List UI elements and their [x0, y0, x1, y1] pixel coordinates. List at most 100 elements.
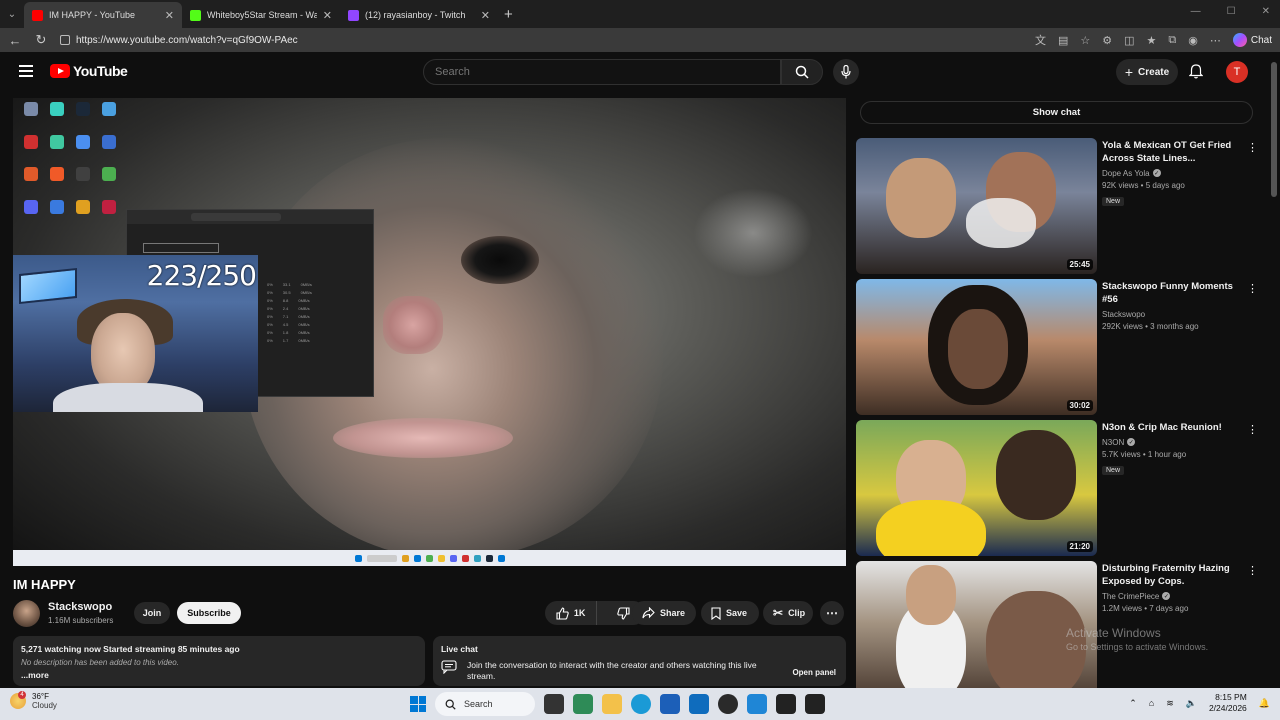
back-icon[interactable]: ←	[8, 33, 22, 48]
youtube-logo[interactable]: YouTube	[50, 63, 128, 79]
video-frame-monkey-eye	[461, 236, 539, 284]
close-tab-icon[interactable]: ✕	[165, 9, 174, 22]
taskbar-clock[interactable]: 8:15 PM 2/24/2026	[1209, 692, 1247, 714]
capcut-app-icon[interactable]	[776, 694, 796, 714]
account-avatar[interactable]: T	[1226, 61, 1248, 83]
channel-avatar[interactable]	[13, 600, 40, 627]
favorites-icon[interactable]: ★	[1147, 34, 1157, 47]
more-icon[interactable]: ⋯	[1210, 34, 1221, 47]
notifications-button[interactable]	[1188, 64, 1204, 84]
reader-icon[interactable]: ▤	[1058, 34, 1068, 47]
show-chat-button[interactable]: Show chat	[860, 101, 1253, 124]
profile-icon[interactable]: ◉	[1188, 34, 1198, 47]
join-button[interactable]: Join	[134, 602, 170, 624]
video-thumbnail[interactable]	[856, 561, 1097, 688]
recommendation-views: 5.7K views • 1 hour ago	[1102, 449, 1187, 459]
share-button[interactable]: Share	[632, 601, 696, 625]
scissors-icon: ✂	[773, 606, 784, 620]
minimize-icon[interactable]: —	[1191, 6, 1201, 17]
edge-browser-icon[interactable]	[631, 694, 651, 714]
tab-twitch[interactable]: (12) rayasianboy - Twitch ✕	[340, 2, 498, 28]
maximize-icon[interactable]: ☐	[1227, 6, 1236, 17]
page-scrollbar[interactable]	[1268, 52, 1280, 688]
activate-windows-watermark: Activate Windows Go to Settings to activ…	[1066, 626, 1208, 652]
open-panel-button[interactable]: Open panel	[792, 668, 836, 677]
tab-youtube[interactable]: IM HAPPY - YouTube ✕	[24, 2, 182, 28]
streamer-os-taskbar	[13, 550, 846, 566]
search-button[interactable]	[781, 59, 823, 85]
more-vertical-icon[interactable]: ⋮	[1247, 141, 1258, 154]
recommendation-title[interactable]: Disturbing Fraternity Hazing Exposed by …	[1102, 563, 1237, 589]
recommendation-title[interactable]: Yola & Mexican OT Get Fried Across State…	[1102, 140, 1237, 166]
obs-app-icon[interactable]	[718, 694, 738, 714]
recommendation-channel[interactable]: The CrimePiece	[1102, 592, 1159, 601]
tab-kick[interactable]: Whiteboy5Star Stream - Watch ✕	[182, 2, 340, 28]
new-tab-icon[interactable]: +	[504, 6, 513, 23]
description-box[interactable]: 5,271 watching now Started streaming 85 …	[13, 636, 425, 686]
show-more-link[interactable]: ...more	[21, 670, 417, 680]
menu-icon[interactable]	[19, 65, 33, 77]
like-button[interactable]: 1K	[545, 601, 598, 625]
address-bar[interactable]: https://www.youtube.com/watch?v=qGf9OW-P…	[60, 30, 1023, 50]
taskbar-search[interactable]: Search	[435, 692, 535, 716]
extensions-icon[interactable]: ⚙	[1102, 34, 1112, 47]
collections-icon[interactable]: ⧉	[1168, 34, 1176, 47]
recommendation-item[interactable]: 21:20 N3on & Crip Mac Reunion! N3ON ✓ 5.7…	[856, 420, 1258, 556]
tab-title: Whiteboy5Star Stream - Watch	[207, 10, 317, 20]
share-label: Share	[660, 608, 686, 618]
close-window-icon[interactable]: ✕	[1262, 6, 1270, 17]
verified-check-icon: ✓	[1127, 438, 1136, 447]
create-button[interactable]: + Create	[1116, 59, 1178, 85]
more-actions-button[interactable]: ⋯	[820, 601, 844, 625]
subscriber-count: 1.16M subscribers	[48, 616, 114, 625]
tab-actions-menu-icon[interactable]: ⌄	[0, 0, 24, 28]
channel-name[interactable]: Stackswopo	[48, 601, 112, 613]
capcut-app-icon-2[interactable]	[805, 694, 825, 714]
favorite-star-icon[interactable]: ☆	[1080, 34, 1090, 47]
recommendation-channel[interactable]: N3ON	[1102, 438, 1124, 447]
video-thumbnail[interactable]: 21:20	[856, 420, 1097, 556]
photos-app-icon[interactable]	[573, 694, 593, 714]
site-info-icon[interactable]	[60, 35, 70, 45]
more-vertical-icon[interactable]: ⋮	[1247, 423, 1258, 436]
store-app-icon[interactable]	[660, 694, 680, 714]
voice-search-button[interactable]	[833, 59, 859, 85]
video-thumbnail[interactable]: 25:45	[856, 138, 1097, 274]
clip-button[interactable]: ✂ Clip	[763, 601, 813, 625]
tray-overflow-icon[interactable]: ⌃	[1129, 698, 1137, 709]
file-explorer-icon[interactable]	[602, 694, 622, 714]
outlook-app-icon[interactable]	[689, 694, 709, 714]
close-tab-icon[interactable]: ✕	[481, 9, 490, 22]
recommendation-channel[interactable]: Stackswopo	[1102, 310, 1145, 319]
notifications-bell-icon[interactable]: 🔔	[1259, 698, 1270, 709]
video-thumbnail[interactable]: 30:02	[856, 279, 1097, 415]
scrollbar-thumb[interactable]	[1271, 62, 1277, 197]
vscode-app-icon[interactable]	[747, 694, 767, 714]
network-icon[interactable]: ⌂	[1149, 698, 1154, 708]
split-screen-icon[interactable]: ◫	[1124, 34, 1134, 47]
search-box	[423, 59, 781, 85]
recommendation-channel[interactable]: Dope As Yola	[1102, 169, 1150, 178]
wifi-icon[interactable]: ≋	[1166, 698, 1174, 709]
recommendation-title[interactable]: Stackswopo Funny Moments #56	[1102, 281, 1237, 307]
recommendation-item[interactable]: 30:02 Stackswopo Funny Moments #56 Stack…	[856, 279, 1258, 415]
translate-icon[interactable]: 文	[1035, 32, 1046, 48]
close-tab-icon[interactable]: ✕	[323, 9, 332, 22]
subscribe-button[interactable]: Subscribe	[177, 602, 241, 624]
recommendation-title[interactable]: N3on & Crip Mac Reunion!	[1102, 422, 1237, 435]
save-button[interactable]: Save	[701, 601, 759, 625]
recommendation-item[interactable]: Disturbing Fraternity Hazing Exposed by …	[856, 561, 1256, 688]
video-player[interactable]: 0% 33.1 0MB/s 0% 30.5 0MB/s 0% 8.8 0MB/s 0% 2.4…	[13, 98, 846, 566]
more-vertical-icon[interactable]: ⋮	[1247, 564, 1256, 577]
task-view-icon[interactable]	[544, 694, 564, 714]
more-vertical-icon[interactable]: ⋮	[1247, 282, 1258, 295]
weather-widget[interactable]: 4 36°F Cloudy	[10, 691, 57, 710]
volume-icon[interactable]: 🔈	[1186, 698, 1197, 709]
recommendation-item[interactable]: 25:45 Yola & Mexican OT Get Fried Across…	[856, 138, 1258, 274]
refresh-icon[interactable]: ↻	[34, 32, 48, 48]
logo-text: YouTube	[73, 63, 128, 79]
copilot-chat-button[interactable]: Chat	[1232, 33, 1272, 47]
start-windows-icon[interactable]	[410, 696, 426, 712]
search-input[interactable]	[435, 66, 780, 78]
description-text: No description has been added to this vi…	[21, 658, 179, 667]
